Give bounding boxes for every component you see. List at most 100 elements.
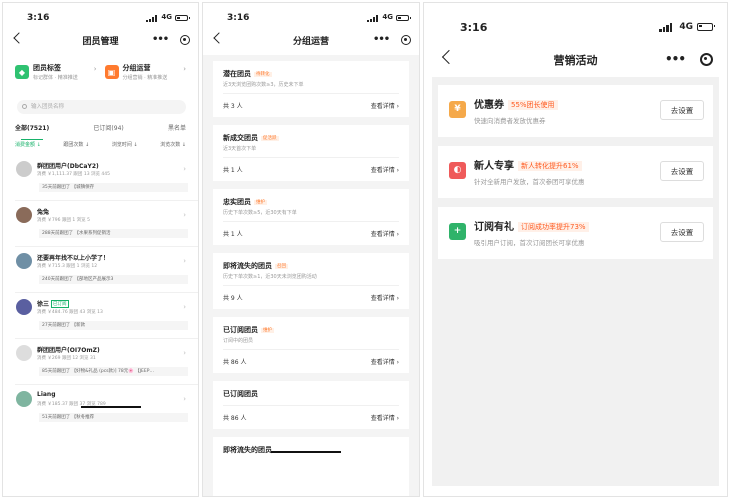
view-details-link[interactable]: 查看详情 › bbox=[371, 229, 399, 238]
view-details-link[interactable]: 查看详情 › bbox=[371, 413, 399, 422]
status-bar: 3:16 4G bbox=[424, 3, 727, 34]
more-icon[interactable]: ••• bbox=[373, 35, 390, 45]
feature-subtitle: 分组营销 · 精准推送 bbox=[122, 75, 168, 81]
battery-icon bbox=[175, 15, 190, 21]
divider bbox=[223, 157, 399, 158]
member-search-input[interactable]: 输入团员名称 bbox=[17, 100, 186, 114]
activity-title: 优惠券 55%团长使用 bbox=[474, 96, 558, 111]
network-label: 4G bbox=[161, 13, 172, 21]
mini-program-capsule: ••• bbox=[665, 50, 713, 68]
setup-button[interactable]: 去设置 bbox=[660, 100, 704, 120]
segment-card[interactable]: 已订阅团员 共 86 人 查看详情 › bbox=[213, 381, 409, 429]
redaction-bar bbox=[81, 406, 141, 408]
avatar bbox=[16, 253, 32, 269]
sort-views[interactable]: 浏览次数 ↓ bbox=[160, 141, 186, 153]
segment-card[interactable]: 即将流失的团员 bbox=[213, 437, 409, 496]
mini-program-capsule: ••• bbox=[152, 32, 190, 48]
member-name: Liang bbox=[37, 391, 56, 398]
avatar bbox=[16, 391, 32, 407]
activity-highlight: 55%团长使用 bbox=[508, 100, 558, 110]
tab-blacklist[interactable]: 黑名单 bbox=[168, 123, 186, 137]
gift-icon: ◐ bbox=[449, 162, 466, 179]
activity-title: 订阅有礼 订阅成功率提升73% bbox=[474, 218, 589, 233]
divider bbox=[15, 200, 198, 201]
chevron-right-icon: › bbox=[183, 303, 186, 311]
chevron-right-icon: › bbox=[183, 349, 186, 357]
member-row[interactable]: 还要再年找不以上小学了！ 消费 ￥715.3 跟团 1 浏览 12 › 240天… bbox=[3, 249, 198, 293]
feature-entries: ◆ 团员标签 标记群体 · 精准推送 › ▣ 分组运营 分组营销 · 精准推送 … bbox=[15, 59, 188, 85]
divider bbox=[223, 349, 399, 350]
member-row[interactable]: Liang 消费 ￥185.37 跟团 37 浏览 789 › 51天前跟团了 … bbox=[3, 387, 198, 431]
activity-desc: 快速向消费者发放优惠券 bbox=[474, 117, 546, 125]
segment-card[interactable]: 已订阅团员 维护 订阅中的团员 共 86 人 查看详情 › bbox=[213, 317, 409, 373]
divider bbox=[15, 292, 198, 293]
member-last-order: 240天前跟团了 【部地区产品展示3 bbox=[39, 275, 188, 284]
segment-badge: 促活跃 bbox=[261, 136, 279, 141]
feature-member-tags[interactable]: ◆ 团员标签 标记群体 · 精准推送 › bbox=[15, 59, 99, 85]
view-details-link[interactable]: 查看详情 › bbox=[371, 357, 399, 366]
segment-desc: 历史下单次数≥5，近30天有下单 bbox=[223, 210, 297, 216]
activity-card-subscribe: + 订阅有礼 订阅成功率提升73% 吸引用户订阅，首次订阅团长可享优惠 去设置 bbox=[438, 207, 713, 259]
feature-group-ops[interactable]: ▣ 分组运营 分组营销 · 精准推送 › bbox=[104, 59, 189, 85]
sort-options: 消费金额 ↓ 跟团次数 ↓ 浏览时间 ↓ 浏览次数 ↓ bbox=[15, 141, 186, 153]
more-icon[interactable]: ••• bbox=[665, 53, 686, 65]
avatar bbox=[16, 161, 32, 177]
setup-button[interactable]: 去设置 bbox=[660, 222, 704, 242]
close-program-icon[interactable] bbox=[700, 52, 713, 66]
view-details-link[interactable]: 查看详情 › bbox=[371, 165, 399, 174]
member-stats: 消费 ￥1,111.37 跟团 13 浏览 445 bbox=[37, 172, 111, 177]
divider bbox=[223, 221, 399, 222]
segment-card[interactable]: 潜在团员 待转化 近3天浏览团购次数≥3，历史未下单 共 3 人 查看详情 › bbox=[213, 61, 409, 117]
content-background bbox=[432, 77, 719, 486]
feature-subtitle: 标记群体 · 精准推送 bbox=[33, 75, 78, 81]
setup-button[interactable]: 去设置 bbox=[660, 161, 704, 181]
segment-desc: 历史下单次数≥1，近30天未浏览团购活动 bbox=[223, 274, 317, 280]
search-icon bbox=[22, 104, 27, 109]
chevron-right-icon: › bbox=[183, 257, 186, 265]
close-program-icon[interactable] bbox=[180, 35, 190, 45]
segment-card[interactable]: 即将流失的团员 召回 历史下单次数≥1，近30天未浏览团购活动 共 9 人 查看详… bbox=[213, 253, 409, 309]
redaction-bar bbox=[271, 451, 341, 453]
segment-card[interactable]: 新成交团员 促活跃 近3天首次下单 共 1 人 查看详情 › bbox=[213, 125, 409, 181]
segment-count: 共 86 人 bbox=[223, 359, 247, 366]
feature-title: 团员标签 bbox=[33, 64, 61, 72]
divider bbox=[223, 93, 399, 94]
sort-view-time[interactable]: 浏览时间 ↓ bbox=[112, 141, 138, 153]
close-program-icon[interactable] bbox=[401, 35, 411, 45]
activity-title: 新人专享 新人转化提升61% bbox=[474, 157, 582, 172]
member-row[interactable]: 兔兔 消费 ￥796 跟团 1 浏览 5 › 288天前跟团了 【水果系列促销活 bbox=[3, 203, 198, 247]
member-row[interactable]: 群团团用户(DbCaY2) 消费 ￥1,111.37 跟团 13 浏览 445 … bbox=[3, 157, 198, 201]
signal-icon bbox=[659, 23, 673, 32]
member-stats: 消费 ￥484.76 跟团 43 浏览 13 bbox=[37, 310, 103, 315]
member-row[interactable]: 徐三 已订阅 消费 ￥484.76 跟团 43 浏览 13 › 27天前跟团了 【… bbox=[3, 295, 198, 339]
view-details-link[interactable]: 查看详情 › bbox=[371, 293, 399, 302]
sort-spend[interactable]: 消费金额 ↓ bbox=[15, 141, 41, 153]
coupon-icon: ¥ bbox=[449, 101, 466, 118]
phone-group-operations: 3:16 4G 分组运营 ••• 潜在团员 待转化 近3天浏览团购次数≥3，历史未… bbox=[202, 2, 420, 497]
activity-desc: 吸引用户订阅，首次订阅团长可享优惠 bbox=[474, 239, 585, 247]
activity-card-newcomer: ◐ 新人专享 新人转化提升61% 针对全新用户发放，首次参团可享优惠 去设置 bbox=[438, 146, 713, 198]
signal-icon bbox=[146, 15, 158, 22]
view-details-link[interactable]: 查看详情 › bbox=[371, 101, 399, 110]
segment-card[interactable]: 忠实团员 维护 历史下单次数≥5，近30天有下单 共 1 人 查看详情 › bbox=[213, 189, 409, 245]
network-label: 4G bbox=[679, 22, 693, 32]
segment-count: 共 1 人 bbox=[223, 167, 243, 174]
member-row[interactable]: 群团团用户(OI7OmZ) 消费 ￥269 跟团 12 浏览 31 › 85天前… bbox=[3, 341, 198, 385]
tab-subscribed[interactable]: 已订阅(94) bbox=[93, 123, 123, 137]
phone-marketing-activities: 3:16 4G 营销活动 ••• ¥ 优惠券 55%团长使用 快速向消费者发放优惠… bbox=[423, 2, 728, 497]
phone-member-management: 3:16 4G 团员管理 ••• ◆ 团员标签 标记群体 · 精准推送 › ▣ … bbox=[2, 2, 199, 497]
segment-desc: 近3天首次下单 bbox=[223, 146, 257, 152]
feature-title: 分组运营 bbox=[122, 64, 151, 72]
segment-count: 共 86 人 bbox=[223, 415, 247, 422]
member-name: 徐三 已订阅 bbox=[37, 300, 69, 308]
tab-all[interactable]: 全部(7521) bbox=[15, 123, 49, 140]
bookmark-plus-icon: + bbox=[449, 223, 466, 240]
activity-card-coupon: ¥ 优惠券 55%团长使用 快速向消费者发放优惠券 去设置 bbox=[438, 85, 713, 137]
activity-desc: 针对全新用户发放，首次参团可享优惠 bbox=[474, 178, 585, 186]
avatar bbox=[16, 299, 32, 315]
sort-orders[interactable]: 跟团次数 ↓ bbox=[63, 141, 89, 153]
status-time: 3:16 bbox=[27, 13, 50, 23]
member-last-order: 85天前跟团了 【好物&礼品 (pcs款)] 78元🌸 【JEEP… bbox=[39, 367, 188, 376]
nav-bar: 团员管理 ••• bbox=[3, 29, 198, 53]
more-icon[interactable]: ••• bbox=[152, 35, 169, 45]
